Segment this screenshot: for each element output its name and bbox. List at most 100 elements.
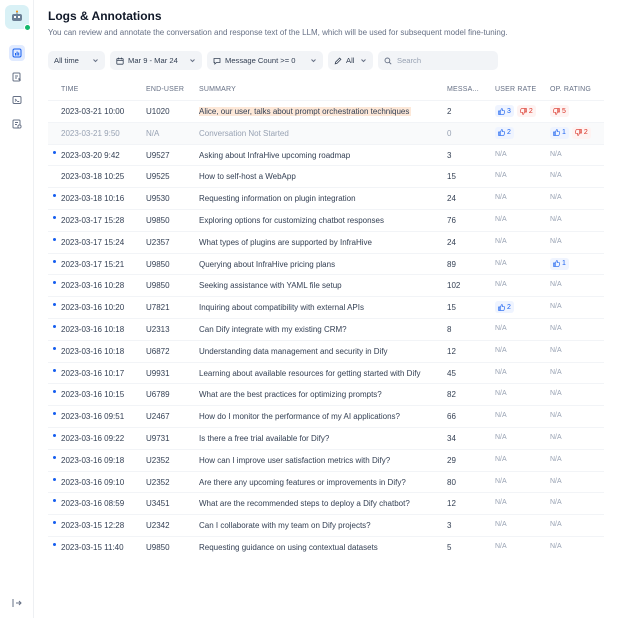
message-count-cell: 34 — [447, 433, 456, 443]
table-body: 2023-03-21 10:00 U1020 Alice, our user, ta… — [48, 100, 604, 558]
table-row[interactable]: 2023-03-20 9:42 U9527 Asking about InfraHi… — [48, 143, 604, 166]
time-cell: 2023-03-16 10:28 — [61, 281, 125, 291]
unread-indicator — [53, 194, 56, 198]
time-cell: 2023-03-16 08:59 — [61, 499, 125, 509]
summary-cell: How to self-host a WebApp — [199, 172, 296, 182]
time-cell: 2023-03-16 10:20 — [61, 303, 125, 313]
column-header-user-rate[interactable]: USER RATE — [495, 86, 536, 93]
table-row[interactable]: 2023-03-16 10:18 U6872 Understanding data … — [48, 339, 604, 362]
user-like-count: 3 — [507, 107, 511, 115]
column-header-op-rating[interactable]: OP. RATING — [550, 86, 591, 93]
overview-icon[interactable] — [9, 45, 25, 61]
robot-icon — [12, 10, 22, 21]
message-count-cell: 102 — [447, 281, 461, 291]
table-row[interactable]: 2023-03-17 15:21 U9850 Querying about Infr… — [48, 252, 604, 275]
user-rate-cell: N/A — [495, 346, 507, 354]
op-dislike-count: 2 — [583, 129, 588, 137]
end-user-cell: U2357 — [146, 237, 170, 247]
summary-cell: Requesting guidance on using contextual … — [199, 542, 378, 552]
terminal-icon[interactable] — [9, 92, 25, 108]
user-like-badge[interactable]: 2 — [495, 126, 514, 139]
end-user-cell: U9850 — [146, 259, 170, 269]
unread-indicator — [53, 542, 56, 546]
unread-indicator — [53, 390, 56, 394]
chevron-down-icon — [93, 59, 98, 63]
table-row[interactable]: 2023-03-17 15:28 U9850 Exploring options f… — [48, 208, 604, 231]
table-row[interactable]: 2023-03-15 12:28 U2342 Can I collaborate w… — [48, 514, 604, 536]
op-dislike-badge[interactable]: 5 — [550, 105, 569, 117]
column-header-summary[interactable]: SUMMARY — [199, 86, 441, 93]
op-like-count: 1 — [562, 129, 566, 137]
user-rate-cell: N/A — [495, 368, 507, 376]
table-row[interactable]: 2023-03-16 10:15 U6789 What are the best p… — [48, 383, 604, 405]
table-row[interactable]: 2023-03-16 09:10 U2352 Are there any upcom… — [48, 470, 604, 493]
user-dislike-badge[interactable]: 2 — [516, 105, 536, 117]
user-rate-cell: 2 — [495, 126, 517, 141]
column-header-end-user[interactable]: END-USER — [146, 86, 184, 93]
annotation-filter[interactable]: All — [328, 51, 373, 70]
user-rate-cell: N/A — [495, 215, 507, 223]
search-input[interactable] — [397, 56, 487, 65]
expand-sidebar-icon[interactable] — [11, 596, 23, 608]
table-row[interactable]: 2023-03-21 9:50 N/A Conversation Not Start… — [48, 121, 604, 144]
end-user-cell: U2313 — [146, 324, 170, 334]
op-like-count: 1 — [562, 260, 566, 268]
user-rate-cell: N/A — [495, 542, 507, 550]
table-row[interactable]: 2023-03-16 08:59 U3451 What are the recomm… — [48, 492, 604, 514]
table-row[interactable]: 2023-03-18 10:16 U9530 Requesting informat… — [48, 187, 604, 209]
period-select[interactable]: All time — [48, 51, 105, 70]
summary-text: , our user, talks about prompt orchestra… — [216, 107, 410, 116]
online-status-dot — [24, 24, 31, 31]
app-logo[interactable] — [5, 5, 31, 31]
message-count-cell: 3 — [447, 521, 452, 531]
op-rating-cell: N/A — [550, 281, 562, 289]
table-row[interactable]: 2023-03-21 10:00 U1020 Alice, our user, ta… — [48, 100, 604, 122]
summary-cell: Alice, our user, talks about prompt orch… — [199, 107, 441, 116]
op-rating-cell: N/A — [550, 324, 562, 332]
end-user-cell: U9850 — [146, 542, 170, 552]
table-row[interactable]: 2023-03-16 10:20 U7821 Inquiring about com… — [48, 296, 604, 318]
date-range-picker[interactable]: Mar 9 - Mar 24 — [110, 51, 202, 70]
message-count-cell: 12 — [447, 346, 456, 356]
unread-indicator — [53, 259, 56, 263]
op-dislike-badge[interactable]: 2 — [571, 126, 591, 139]
summary-cell: Conversation Not Started — [199, 128, 289, 138]
user-rate-cell: N/A — [495, 455, 507, 463]
op-rating-cell: N/A — [550, 390, 562, 398]
summary-cell: Requesting information on plugin integra… — [199, 194, 356, 204]
op-rating-cell: N/A — [550, 172, 562, 180]
table-row[interactable]: 2023-03-15 11:40 U9850 Requesting guidance… — [48, 535, 604, 558]
user-like-badge[interactable]: 2 — [495, 301, 514, 314]
end-user-cell: U1020 — [146, 107, 170, 116]
message-count-cell: 89 — [447, 259, 456, 269]
table-row[interactable]: 2023-03-16 10:28 U9850 Seeking assistance … — [48, 274, 604, 296]
table-row[interactable]: 2023-03-16 09:18 U2352 How can I improve u… — [48, 448, 604, 471]
table-row[interactable]: 2023-03-18 10:25 U9525 How to self-host a … — [48, 165, 604, 187]
end-user-cell: U2342 — [146, 521, 170, 531]
search-box — [378, 51, 498, 70]
column-header-messages[interactable]: MESSA... — [447, 86, 479, 93]
table-row[interactable]: 2023-03-16 09:51 U2467 How do I monitor th… — [48, 405, 604, 427]
op-like-badge[interactable]: 1 — [550, 126, 569, 139]
user-rate-cell: N/A — [495, 237, 507, 245]
message-count-filter[interactable]: Message Count >= 0 — [207, 51, 323, 70]
op-rating-cell: N/A — [550, 412, 562, 420]
end-user-cell: N/A — [146, 128, 160, 138]
table-row[interactable]: 2023-03-16 10:18 U2313 Can Dify integrate … — [48, 317, 604, 340]
op-like-badge[interactable]: 1 — [550, 257, 569, 270]
summary-cell: Querying about InfraHive pricing plans — [199, 259, 336, 269]
summary-cell: How do I monitor the performance of my A… — [199, 412, 400, 422]
summary-cell: How can I improve user satisfaction metr… — [199, 455, 391, 465]
table-row[interactable]: 2023-03-16 09:22 U9731 Is there a free tri… — [48, 426, 604, 449]
logs-icon[interactable] — [9, 69, 25, 85]
user-rate-cell: N/A — [495, 390, 507, 398]
table-row[interactable]: 2023-03-16 10:17 U9931 Learning about avai… — [48, 361, 604, 384]
op-rating-cell: 1 — [550, 257, 572, 272]
column-header-time[interactable]: TIME — [61, 86, 79, 93]
user-like-badge[interactable]: 3 — [495, 105, 514, 117]
op-rating-cell: N/A — [550, 194, 562, 202]
op-rating-cell: N/A — [550, 368, 562, 376]
page-subtitle: You can review and annotate the conversa… — [48, 28, 508, 37]
annotations-icon[interactable] — [9, 116, 25, 132]
table-row[interactable]: 2023-03-17 15:24 U2357 What types of plugi… — [48, 230, 604, 253]
